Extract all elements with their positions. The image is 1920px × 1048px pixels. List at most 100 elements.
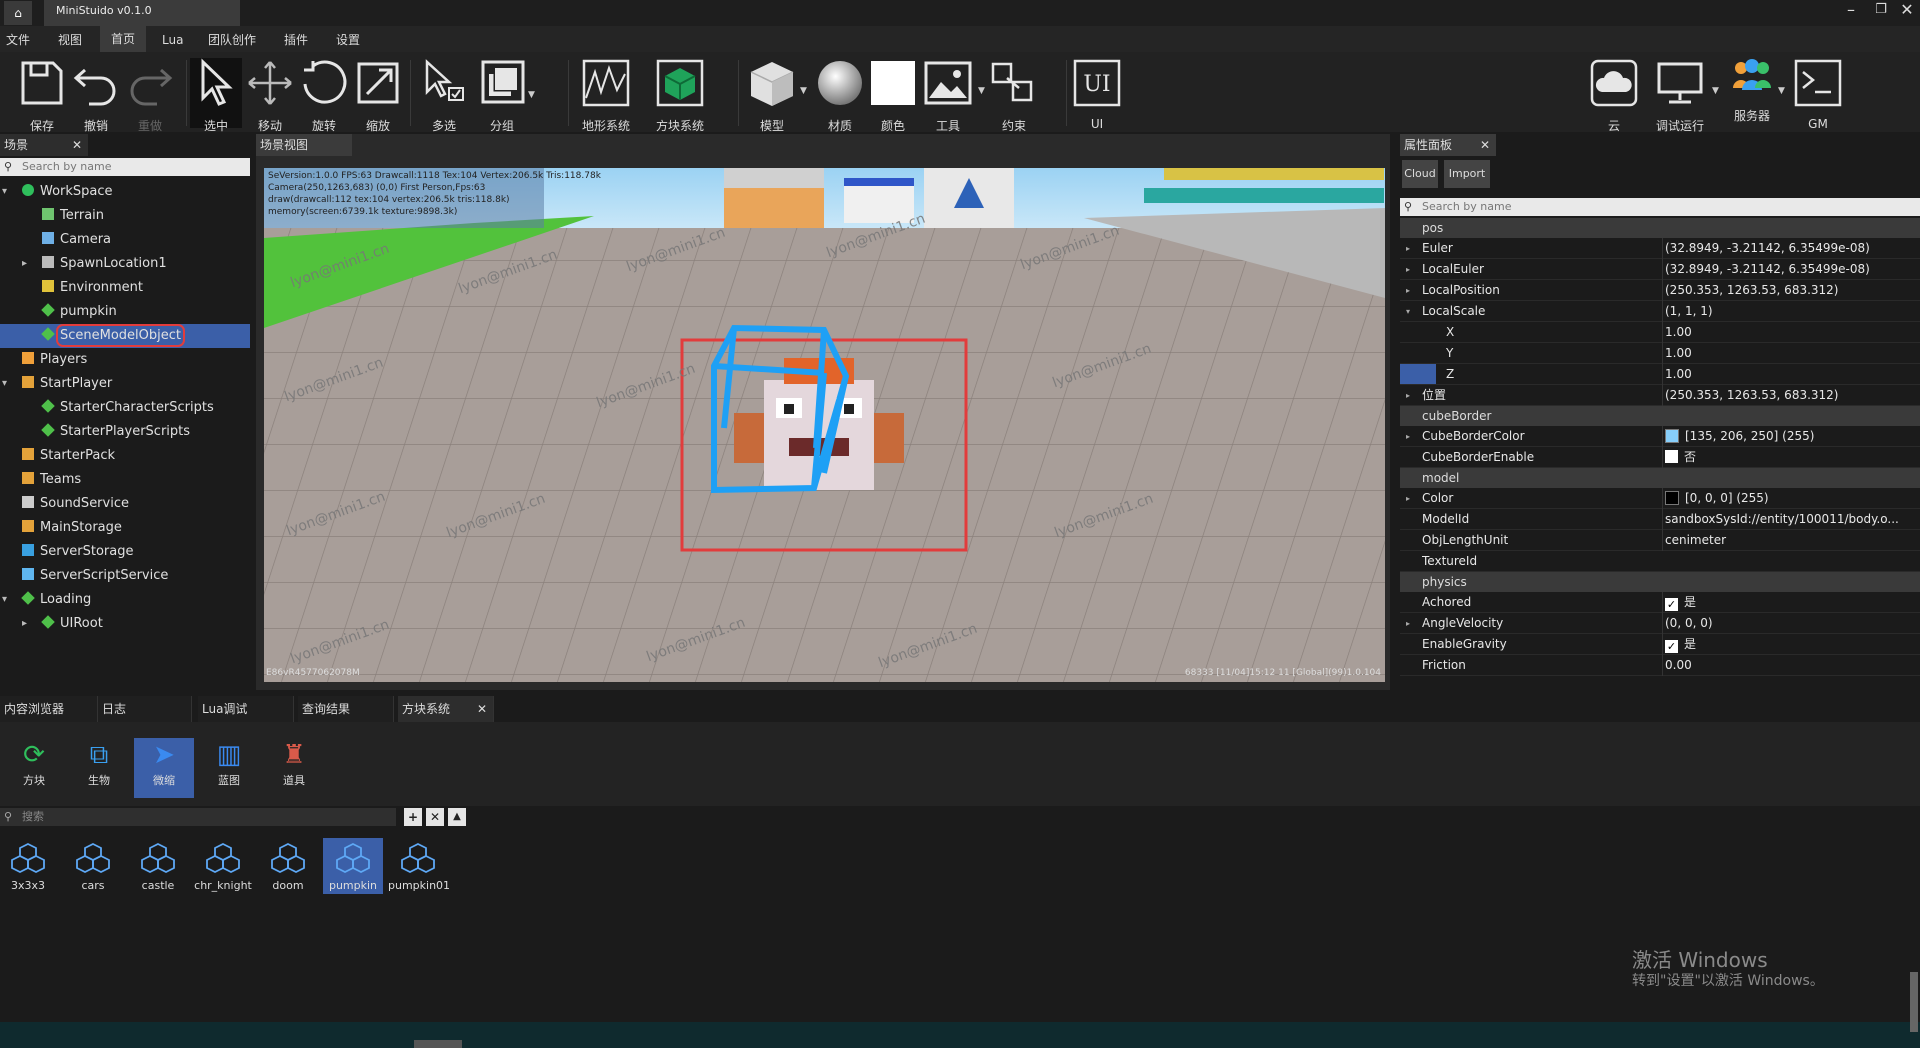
vertical-scrollbar[interactable] (1910, 972, 1918, 1032)
asset-item[interactable]: cars (63, 838, 123, 894)
asset-item[interactable]: chr_knight (193, 838, 253, 894)
asset-item[interactable]: doom (258, 838, 318, 894)
property-value[interactable]: ✓ 是 (1662, 634, 1920, 655)
property-value[interactable]: (250.353, 1263.53, 683.312) (1662, 280, 1920, 301)
import-tab-button[interactable]: Import (1444, 160, 1490, 188)
tab-scene[interactable]: 场景 ✕ (0, 134, 88, 156)
close-icon[interactable]: ✕ (1890, 0, 1920, 22)
category-blueprint[interactable]: ▥ 蓝图 (199, 738, 259, 798)
chevron-down-icon[interactable]: ▼ (800, 86, 807, 96)
tools-button[interactable]: 工具 (920, 58, 976, 133)
property-value[interactable]: (250.353, 1263.53, 683.312) (1662, 385, 1920, 406)
property-section-header[interactable]: pos (1400, 218, 1920, 238)
property-value[interactable]: (32.8949, -3.21142, 6.35499e-08) (1662, 259, 1920, 280)
chevron-down-icon[interactable]: ▼ (528, 90, 535, 100)
category-block[interactable]: ⟳ 方块 (4, 738, 64, 798)
redo-button[interactable]: 重做 (122, 58, 178, 133)
category-pointer[interactable]: ➤ 微缩 (134, 738, 194, 798)
tree-item[interactable]: MainStorage (0, 516, 250, 540)
cloud-button[interactable]: 云 (1588, 58, 1640, 133)
tab-scene-view[interactable]: 场景视图 (256, 134, 352, 156)
tab-block-system[interactable]: 方块系统 ✕ (398, 696, 494, 722)
tree-item[interactable]: pumpkin (0, 300, 250, 324)
property-section-header[interactable]: model (1400, 468, 1920, 488)
chevron-down-icon[interactable]: ▼ (1778, 86, 1785, 96)
property-row[interactable]: EnableGravity ✓ 是 (1400, 634, 1920, 655)
property-row[interactable]: Y 1.00 (1400, 343, 1920, 364)
expander-icon[interactable]: ▸ (1406, 280, 1410, 301)
asset-search-input[interactable]: ⚲ 搜索 (0, 808, 396, 826)
tree-item[interactable]: ServerScriptService (0, 564, 250, 588)
checkbox[interactable] (1665, 450, 1678, 463)
asset-item[interactable]: 3x3x3 (0, 838, 58, 894)
property-value[interactable]: cenimeter (1662, 530, 1920, 551)
property-row[interactable]: ▾ LocalScale (1, 1, 1) (1400, 301, 1920, 322)
material-button[interactable]: 材质 (812, 58, 868, 133)
asset-item[interactable]: castle (128, 838, 188, 894)
menu-team[interactable]: 团队创作 (202, 30, 262, 50)
property-row[interactable]: ▸ 位置 (250.353, 1263.53, 683.312) (1400, 385, 1920, 406)
scale-button[interactable]: 缩放 (352, 58, 404, 133)
menu-file[interactable]: 文件 (0, 30, 36, 50)
expander-icon[interactable]: ▸ (1406, 426, 1410, 447)
tree-item[interactable]: ▾ WorkSpace (0, 180, 250, 204)
chevron-down-icon[interactable]: ▼ (1712, 86, 1719, 96)
tree-item[interactable]: StarterPack (0, 444, 250, 468)
group-button[interactable]: 分组 (474, 58, 530, 133)
property-row[interactable]: ModelId sandboxSysId://entity/100011/body… (1400, 509, 1920, 530)
multiselect-button[interactable]: 多选 (416, 58, 472, 133)
scene-viewport[interactable]: SeVersion:1.0.0 FPS:63 Drawcall:1118 Tex… (264, 168, 1385, 682)
tree-item[interactable]: Environment (0, 276, 250, 300)
expander-icon[interactable]: ▾ (2, 180, 7, 204)
save-button[interactable]: 保存 (14, 58, 70, 133)
menu-lua[interactable]: Lua (156, 30, 189, 50)
tree-item[interactable]: ServerStorage (0, 540, 250, 564)
properties-search-input[interactable]: ⚲ Search by name (1400, 198, 1920, 216)
constraint-button[interactable]: 约束 (988, 58, 1040, 133)
tree-item[interactable]: ▸ UIRoot (0, 612, 250, 636)
chevron-down-icon[interactable]: ▼ (978, 86, 985, 96)
expander-icon[interactable]: ▸ (22, 252, 27, 276)
tab-query-results[interactable]: 查询结果 (298, 696, 394, 722)
close-icon[interactable]: ✕ (477, 696, 487, 722)
move-button[interactable]: 移动 (244, 58, 296, 133)
asset-item[interactable]: pumpkin01 (388, 838, 450, 894)
delete-icon[interactable]: ✕ (426, 808, 444, 826)
property-value[interactable]: [0, 0, 0] (255) (1662, 488, 1920, 509)
property-row[interactable]: Z 1.00 (1400, 364, 1920, 385)
property-value[interactable]: ✓ 是 (1662, 592, 1920, 613)
tab-lua-debug[interactable]: Lua调试 (198, 696, 294, 722)
expander-icon[interactable]: ▸ (1406, 613, 1410, 634)
property-value[interactable]: (0, 0, 0) (1662, 613, 1920, 634)
property-section-header[interactable]: physics (1400, 572, 1920, 592)
property-row[interactable]: ObjLengthUnit cenimeter (1400, 530, 1920, 551)
property-value[interactable]: (32.8949, -3.21142, 6.35499e-08) (1662, 238, 1920, 259)
debug-run-button[interactable]: 调试运行 (1644, 58, 1716, 133)
menu-plugins[interactable]: 插件 (278, 30, 314, 50)
checkbox[interactable]: ✓ (1665, 640, 1678, 653)
menu-home[interactable]: 首页 (100, 26, 146, 52)
property-row[interactable]: ▸ AngleVelocity (0, 0, 0) (1400, 613, 1920, 634)
minimize-icon[interactable]: – (1834, 0, 1868, 22)
property-row[interactable]: ▸ LocalEuler (32.8949, -3.21142, 6.35499e-… (1400, 259, 1920, 280)
close-icon[interactable]: ✕ (72, 134, 82, 156)
property-value[interactable]: 0.00 (1662, 655, 1920, 676)
property-row[interactable]: Friction 0.00 (1400, 655, 1920, 676)
tree-item[interactable]: ▾ StartPlayer (0, 372, 250, 396)
cloud-tab-button[interactable]: Cloud (1402, 160, 1438, 188)
add-icon[interactable]: + (404, 808, 422, 826)
menu-settings[interactable]: 设置 (330, 30, 366, 50)
expander-icon[interactable]: ▸ (1406, 238, 1410, 259)
expander-icon[interactable]: ▾ (2, 372, 7, 396)
property-row[interactable]: X 1.00 (1400, 322, 1920, 343)
tree-item[interactable]: StarterCharacterScripts (0, 396, 250, 420)
collapse-icon[interactable]: ▲ (448, 808, 466, 826)
property-row[interactable]: ▸ Color [0, 0, 0] (255) (1400, 488, 1920, 509)
property-section-header[interactable]: cubeBorder (1400, 406, 1920, 426)
asset-item[interactable]: pumpkin (323, 838, 383, 894)
property-row[interactable]: ▸ CubeBorderColor [135, 206, 250] (255) (1400, 426, 1920, 447)
color-swatch[interactable] (1665, 491, 1679, 505)
checkbox[interactable]: ✓ (1665, 598, 1678, 611)
tree-item[interactable]: Camera (0, 228, 250, 252)
scrollbar-thumb[interactable] (414, 1040, 462, 1048)
